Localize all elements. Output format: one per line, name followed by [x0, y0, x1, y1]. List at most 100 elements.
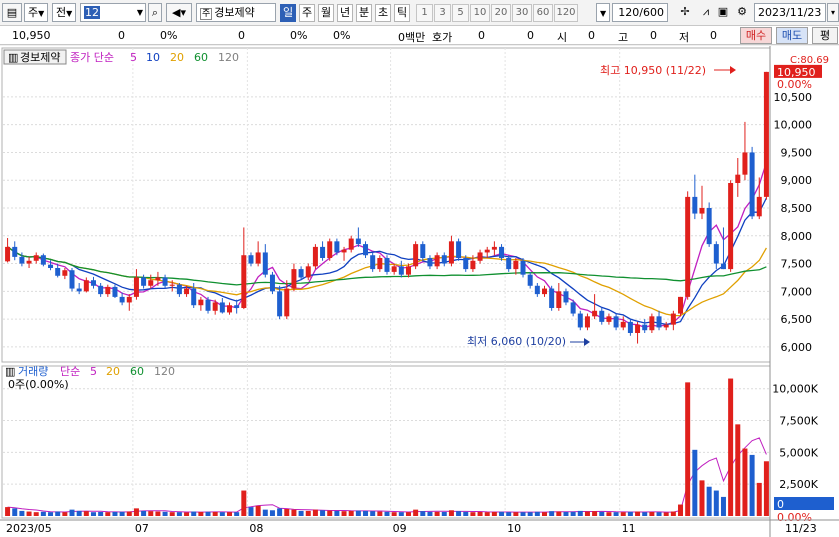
candle-body — [312, 246, 318, 267]
candle-body — [577, 313, 583, 328]
price-legend-name[interactable]: 경보제약 — [20, 50, 60, 64]
amount: 0백만 — [398, 31, 426, 44]
interval-button-60[interactable]: 60 — [533, 4, 553, 22]
stock-chart[interactable]: 10,500 10,000 9,500 9,000 8,500 8,000 7,500 7,0… — [0, 46, 839, 537]
volume-bar — [105, 512, 111, 516]
eval-button[interactable]: 평 — [812, 27, 838, 44]
period-tab-2[interactable]: 월 — [318, 4, 334, 22]
volume-bar — [534, 511, 540, 516]
value1: 0 — [238, 29, 245, 42]
price-ma-legend-10: 10 — [146, 51, 160, 64]
price-tick-label: 8,000 — [781, 230, 813, 243]
volume-bar — [277, 508, 283, 516]
candle-body — [635, 324, 641, 333]
date-tick-label: 11/23 — [785, 522, 817, 535]
volume-bar — [291, 509, 297, 516]
candle-body — [491, 246, 497, 250]
search-icon[interactable]: ⌕ — [148, 3, 162, 22]
candle-body — [642, 324, 648, 331]
candle-body — [477, 252, 483, 261]
price-legend-ma-label: 종가 단순 — [70, 51, 114, 64]
volume-bar — [656, 512, 662, 516]
volume-bar — [55, 511, 61, 516]
interval-dropdown[interactable]: ▼ — [596, 3, 610, 22]
interval-button-5[interactable]: 5 — [452, 4, 469, 22]
legend-icon: ▥ — [8, 51, 18, 64]
period-tab-3[interactable]: 년 — [337, 4, 353, 22]
candle-body — [248, 255, 254, 264]
change-value: 0 — [118, 29, 125, 42]
interval-button-3[interactable]: 3 — [434, 4, 451, 22]
period-tab-4[interactable]: 분 — [356, 4, 372, 22]
change-pct: 0% — [160, 29, 178, 42]
market2-select[interactable]: 전▼ — [52, 3, 76, 22]
count-field[interactable]: 120/600 — [612, 3, 668, 22]
volume-bar — [649, 511, 655, 516]
price-tick-label: 8,500 — [781, 202, 813, 215]
interval-button-120[interactable]: 120 — [554, 4, 578, 22]
stock-name: 경보제약 — [214, 6, 255, 19]
candle-body — [391, 266, 397, 272]
volume-current: 0주(0.00%) — [8, 378, 69, 391]
stock-name-field[interactable]: 주 경보제약 — [196, 3, 276, 22]
candle-body — [541, 288, 547, 295]
candle-body — [613, 316, 619, 328]
calendar-icon[interactable]: ▾ — [827, 3, 839, 22]
interval-button-20[interactable]: 20 — [491, 4, 511, 22]
candle-body — [420, 244, 426, 258]
candle-body — [363, 244, 369, 256]
code-input[interactable]: 12 ▼ — [80, 3, 146, 22]
volume-ma-legend-5: 5 — [90, 365, 97, 378]
count-value: 120/600 — [618, 6, 664, 19]
volume-bar — [735, 424, 741, 516]
volume-bar — [635, 511, 641, 516]
period-tab-1[interactable]: 주 — [299, 4, 315, 22]
candle-body — [692, 196, 698, 214]
volume-bar — [320, 510, 326, 516]
low-annotation: 최저 6,060 (10/20) — [467, 335, 566, 348]
crosshair-icon[interactable]: ✢ — [674, 3, 696, 22]
volume-bar — [713, 490, 719, 516]
interval-button-30[interactable]: 30 — [512, 4, 532, 22]
period-tab-0[interactable]: 일 — [280, 4, 296, 22]
price-panel-border — [1, 47, 771, 363]
date-value: 2023/11/23 — [758, 6, 822, 19]
candle-body — [155, 277, 161, 281]
candle-body — [470, 260, 476, 270]
volume-bar — [584, 511, 590, 516]
volume-bar — [126, 511, 132, 516]
candle-body — [205, 299, 211, 311]
date-tick-label: 08 — [249, 522, 263, 535]
volume-bar — [327, 510, 333, 516]
volume-legend-ma-label: 단순 — [60, 365, 80, 378]
interval-button-10[interactable]: 10 — [470, 4, 490, 22]
gear-icon[interactable]: ⚙ — [734, 3, 750, 22]
window-icon[interactable]: ▤ — [2, 3, 22, 22]
candle-body — [506, 258, 512, 270]
candle-body — [756, 196, 762, 217]
speaker-icon[interactable]: ◀▾ — [166, 3, 192, 22]
moving-average-lines — [7, 162, 768, 513]
candle-body — [19, 256, 25, 264]
sell-button[interactable]: 매도 — [776, 27, 808, 44]
date-tick-label: 07 — [135, 522, 149, 535]
candle-body — [434, 255, 440, 267]
period-tab-6[interactable]: 틱 — [394, 4, 410, 22]
market-select[interactable]: 주▼ — [24, 3, 48, 22]
save-icon[interactable]: ▣ — [716, 3, 730, 22]
volume-bar — [706, 486, 712, 516]
candle-body — [377, 258, 383, 270]
volume-bar — [262, 509, 268, 516]
date-field[interactable]: 2023/11/23 — [754, 3, 826, 22]
volume-legend-name[interactable]: 거래량 — [18, 365, 48, 378]
volume-bar — [441, 511, 447, 516]
chart-icon[interactable]: ⩘ — [698, 3, 714, 22]
low-arrow-head — [584, 338, 590, 346]
buy-button[interactable]: 매수 — [740, 27, 772, 44]
volume-bar — [663, 512, 669, 516]
interval-button-1[interactable]: 1 — [416, 4, 433, 22]
period-tab-5[interactable]: 초 — [375, 4, 391, 22]
volume-bar — [563, 511, 569, 516]
volume-bar — [606, 512, 612, 516]
candle-body — [570, 302, 576, 314]
